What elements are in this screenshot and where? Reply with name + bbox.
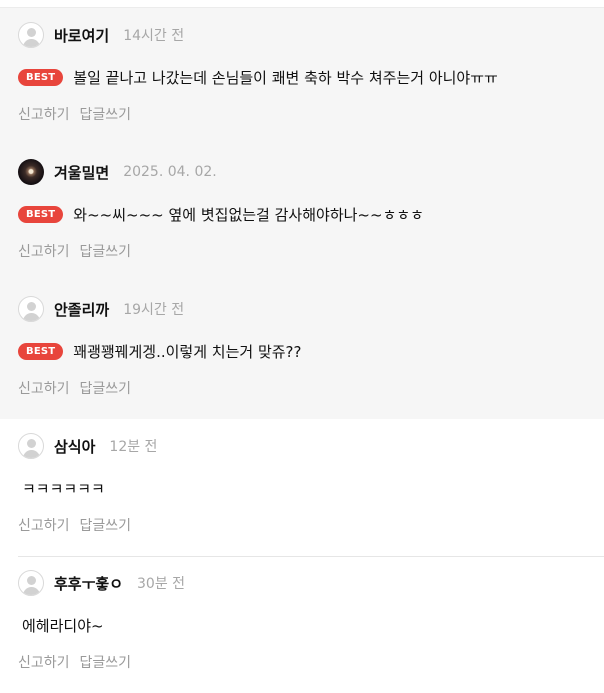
report-button[interactable]: 신고하기 — [18, 515, 70, 535]
comment-time: 30분 전 — [137, 576, 186, 592]
comment-actions: 신고하기 답글쓰기 — [18, 104, 141, 124]
comment-header: 안졸리까 19시간 전 — [18, 296, 184, 322]
best-badge: BEST — [18, 68, 64, 86]
comment-item: 바로여기 14시간 전 BEST 볼일 끝나고 나갔는데 손님들이 쾌변 축하 … — [0, 8, 604, 146]
comment-nickname[interactable]: 겨울밀면 — [54, 162, 109, 183]
reply-button[interactable]: 답글쓰기 — [80, 241, 132, 261]
comment-header: 후후ㅜ훟ㅇ 30분 전 — [18, 570, 185, 596]
comment-item: 안졸리까 19시간 전 BEST 꽤괭꽹꿰게겡..이렇게 치는거 맞쥬?? 신고… — [0, 282, 604, 419]
comment-nickname[interactable]: 안졸리까 — [54, 299, 109, 320]
report-button[interactable]: 신고하기 — [18, 652, 70, 672]
comment-body: 에헤라디야~ — [22, 614, 104, 636]
comment-nickname[interactable]: 후후ㅜ훟ㅇ — [54, 573, 123, 594]
reply-button[interactable]: 답글쓰기 — [80, 378, 132, 398]
default-avatar-icon[interactable] — [18, 296, 44, 322]
photo-avatar-icon[interactable] — [18, 159, 44, 185]
comment-body: BEST 와~~씨~~~ 옆에 볏집없는걸 감사해야하나~~ㅎㅎㅎ — [18, 203, 424, 225]
comment-nickname[interactable]: 삼식아 — [54, 436, 95, 457]
comment-text: 에헤라디야~ — [22, 616, 104, 635]
comment-item: 후후ㅜ훟ㅇ 30분 전 에헤라디야~ 신고하기 답글쓰기 — [0, 556, 604, 693]
comment-text: 와~~씨~~~ 옆에 볏집없는걸 감사해야하나~~ㅎㅎㅎ — [73, 205, 424, 224]
reply-button[interactable]: 답글쓰기 — [80, 515, 132, 535]
comment-header: 삼식아 12분 전 — [18, 433, 157, 459]
comment-list: 바로여기 14시간 전 BEST 볼일 끝나고 나갔는데 손님들이 쾌변 축하 … — [0, 8, 604, 693]
comment-item: 겨울밀면 2025. 04. 02. BEST 와~~씨~~~ 옆에 볏집없는걸… — [0, 145, 604, 283]
best-badge: BEST — [18, 342, 64, 360]
comment-body: BEST 볼일 끝나고 나갔는데 손님들이 쾌변 축하 박수 쳐주는거 아니야ㅠ… — [18, 66, 498, 88]
comment-time: 19시간 전 — [123, 302, 185, 318]
comment-nickname[interactable]: 바로여기 — [54, 25, 109, 46]
comment-body: BEST 꽤괭꽹꿰게겡..이렇게 치는거 맞쥬?? — [18, 340, 301, 362]
comment-actions: 신고하기 답글쓰기 — [18, 515, 141, 535]
comment-body: ㅋㅋㅋㅋㅋㅋ — [22, 477, 105, 499]
report-button[interactable]: 신고하기 — [18, 378, 70, 398]
comment-actions: 신고하기 답글쓰기 — [18, 241, 141, 261]
reply-button[interactable]: 답글쓰기 — [80, 652, 132, 672]
comment-actions: 신고하기 답글쓰기 — [18, 378, 141, 398]
reply-button[interactable]: 답글쓰기 — [80, 104, 132, 124]
comment-header: 바로여기 14시간 전 — [18, 22, 184, 48]
comment-text: 볼일 끝나고 나갔는데 손님들이 쾌변 축하 박수 쳐주는거 아니야ㅠㅠ — [73, 68, 498, 87]
comment-actions: 신고하기 답글쓰기 — [18, 652, 141, 672]
comment-time: 14시간 전 — [123, 28, 185, 44]
report-button[interactable]: 신고하기 — [18, 104, 70, 124]
comment-time: 12분 전 — [109, 439, 158, 455]
default-avatar-icon[interactable] — [18, 570, 44, 596]
comment-text: 꽤괭꽹꿰게겡..이렇게 치는거 맞쥬?? — [73, 342, 302, 361]
comment-text: ㅋㅋㅋㅋㅋㅋ — [22, 479, 105, 498]
comment-item: 삼식아 12분 전 ㅋㅋㅋㅋㅋㅋ 신고하기 답글쓰기 — [0, 419, 604, 557]
default-avatar-icon[interactable] — [18, 22, 44, 48]
best-badge: BEST — [18, 205, 64, 223]
comment-header: 겨울밀면 2025. 04. 02. — [18, 159, 217, 185]
report-button[interactable]: 신고하기 — [18, 241, 70, 261]
comment-time: 2025. 04. 02. — [123, 164, 217, 180]
default-avatar-icon[interactable] — [18, 433, 44, 459]
